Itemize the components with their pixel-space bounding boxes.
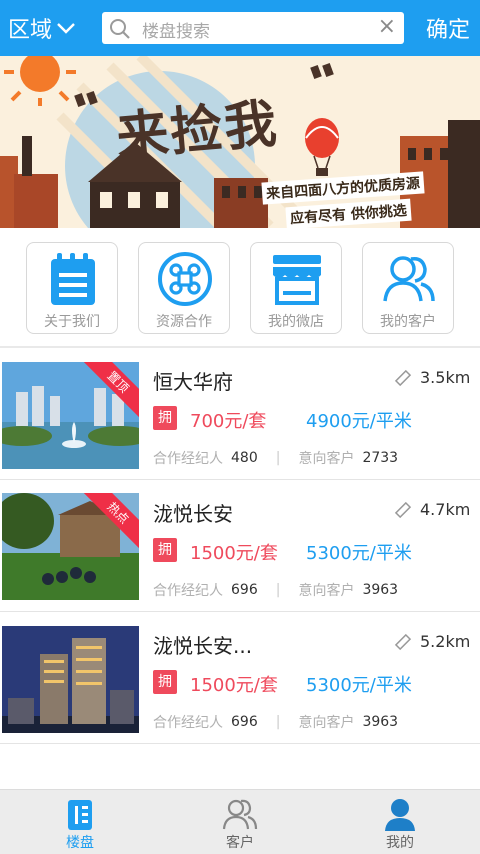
status-badge: 拥 [153, 670, 177, 694]
customers-icon [222, 799, 258, 830]
agents-label: 合作经纪人 [153, 583, 223, 599]
distance-value: 3.5km [420, 368, 471, 387]
listing-item[interactable]: 置顶 恒大华府 3.5km 拥 700元/套 4900元/平米 合作经纪人 48… [0, 348, 480, 480]
ruler-icon [394, 501, 412, 518]
search-icon [110, 19, 130, 39]
clients-count: 3963 [362, 714, 399, 730]
notepad-icon [51, 253, 95, 305]
status-badge: 拥 [153, 538, 177, 562]
my-customers-label: 我的客户 [380, 314, 436, 330]
listing-photo [2, 626, 139, 733]
customers-icon [383, 256, 435, 302]
agents-count: 480 [231, 450, 258, 466]
clients-label: 意向客户 [298, 583, 355, 599]
price-per-sqm: 4900元/平米 [306, 411, 412, 432]
shop-icon [273, 255, 321, 305]
distance: 3.5km [394, 368, 470, 387]
price-per-unit: 1500元/套 [190, 543, 278, 564]
banner-title: 来捡我 [114, 94, 281, 168]
listing-image [2, 626, 139, 733]
building-icon [68, 800, 92, 830]
tab-customers-label: 客户 [226, 835, 254, 851]
tab-customers[interactable]: 客户 [160, 790, 320, 854]
about-us-button[interactable]: 关于我们 [26, 242, 118, 334]
bottom-tab-bar: 楼盘 客户 我的 [0, 789, 480, 854]
listing-name: 泷悦长安 [153, 502, 233, 526]
area-label: 区域 [8, 18, 53, 43]
distance-value: 5.2km [420, 632, 471, 651]
listing-stats: 合作经纪人 480 | 意向客户 2733 [153, 448, 398, 468]
listing-photo: 热点 [2, 493, 139, 600]
distance-value: 4.7km [420, 500, 471, 519]
listing-photo: 置顶 [2, 362, 139, 469]
tab-profile-label: 我的 [386, 835, 414, 851]
command-icon [158, 252, 212, 306]
price-per-unit: 1500元/套 [190, 675, 278, 696]
quick-entries: 关于我们 资源合作 我的微店 我的客户 [0, 228, 480, 346]
listing-stats: 合作经纪人 696 | 意向客户 3963 [153, 580, 398, 600]
tab-buildings-label: 楼盘 [66, 835, 94, 851]
area-selector[interactable]: 区域 [8, 12, 76, 44]
agents-count: 696 [231, 714, 258, 730]
clients-count: 3963 [362, 582, 399, 598]
clients-label: 意向客户 [298, 451, 355, 467]
tab-buildings[interactable]: 楼盘 [0, 790, 160, 854]
listing-item[interactable]: 泷悦长安... 5.2km 拥 1500元/套 5300元/平米 合作经纪人 6… [0, 612, 480, 744]
resource-cooperation-label: 资源合作 [156, 314, 212, 330]
top-bar: 区域 楼盘搜索 × 确定 [0, 0, 480, 56]
chevron-down-icon [57, 23, 75, 34]
distance: 4.7km [394, 500, 470, 519]
listing-item[interactable]: 热点 泷悦长安 4.7km 拥 1500元/套 5300元/平米 合作经纪人 6… [0, 480, 480, 612]
listing-name: 恒大华府 [153, 370, 233, 394]
clients-count: 2733 [362, 450, 399, 466]
status-badge: 拥 [153, 406, 177, 430]
my-customers-button[interactable]: 我的客户 [362, 242, 454, 334]
confirm-button[interactable]: 确定 [426, 12, 470, 44]
about-us-label: 关于我们 [44, 314, 100, 330]
promo-banner[interactable]: 来捡我 来自四面八方的优质房源 应有尽有 供你挑选 [0, 56, 480, 228]
my-shop-button[interactable]: 我的微店 [250, 242, 342, 334]
agents-label: 合作经纪人 [153, 715, 223, 731]
clients-label: 意向客户 [298, 715, 355, 731]
ruler-icon [394, 633, 412, 650]
resource-cooperation-button[interactable]: 资源合作 [138, 242, 230, 334]
agents-count: 696 [231, 582, 258, 598]
listing-name: 泷悦长安... [153, 634, 253, 658]
price-per-sqm: 5300元/平米 [306, 675, 412, 696]
clear-icon[interactable]: × [378, 15, 396, 39]
profile-icon [385, 799, 415, 831]
price-per-unit: 700元/套 [190, 411, 267, 432]
listing-stats: 合作经纪人 696 | 意向客户 3963 [153, 712, 398, 732]
stats-separator: | [275, 450, 281, 466]
search-box[interactable]: 楼盘搜索 × [102, 12, 404, 44]
distance: 5.2km [394, 632, 470, 651]
search-input[interactable]: 楼盘搜索 [142, 17, 210, 42]
stats-separator: | [275, 714, 281, 730]
stats-separator: | [275, 582, 281, 598]
ruler-icon [394, 369, 412, 386]
agents-label: 合作经纪人 [153, 451, 223, 467]
my-shop-label: 我的微店 [268, 314, 324, 330]
price-per-sqm: 5300元/平米 [306, 543, 412, 564]
tab-profile[interactable]: 我的 [320, 790, 480, 854]
